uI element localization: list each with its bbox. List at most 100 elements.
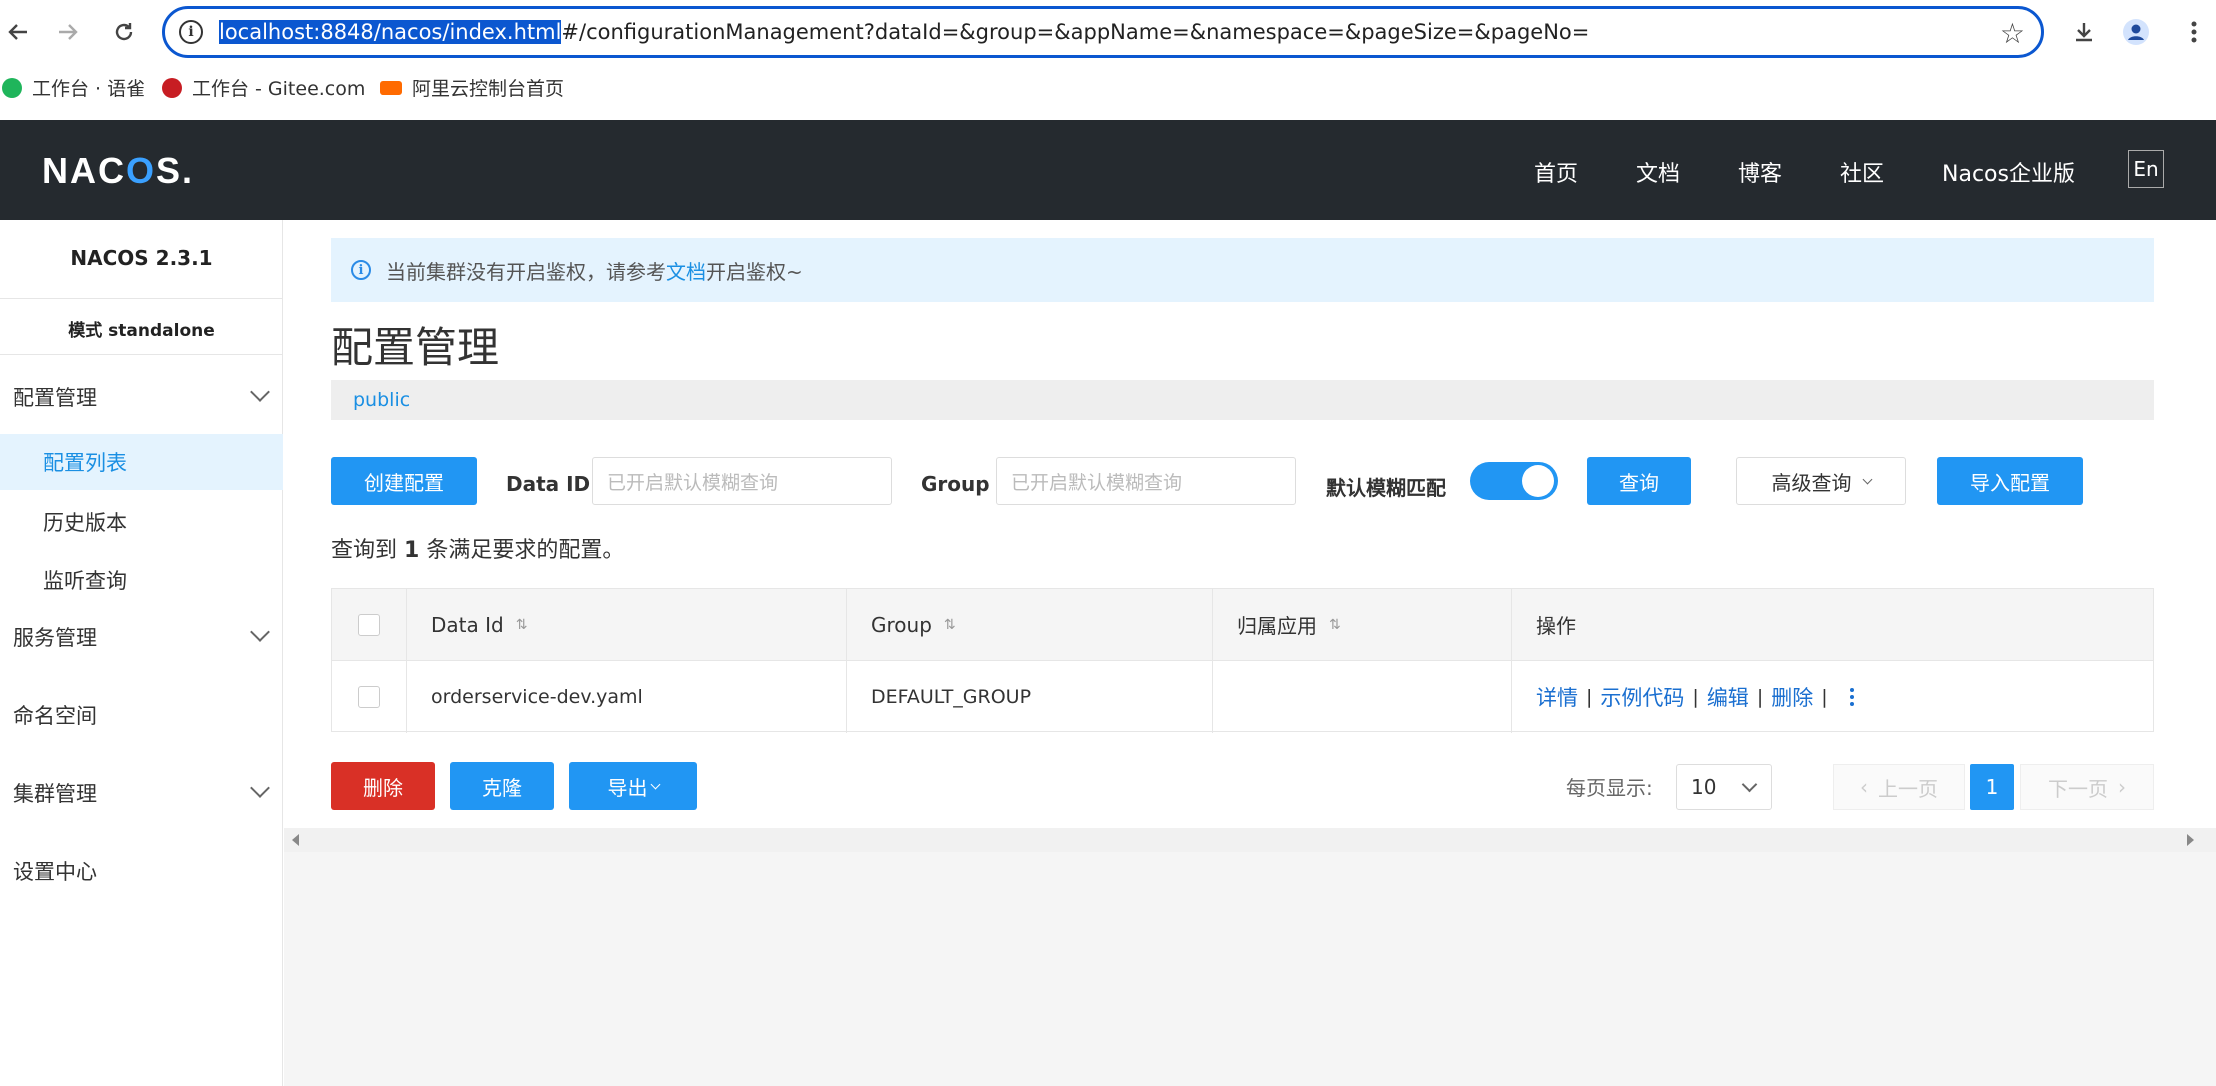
url-rest: #/configurationManagement?dataId=&group=…: [561, 20, 1590, 44]
version-label: NACOS 2.3.1: [70, 246, 213, 270]
notice-docs-link[interactable]: 文档: [666, 256, 706, 285]
page-number-current[interactable]: 1: [1970, 764, 2014, 810]
cell-app: [1213, 661, 1512, 733]
per-page-select[interactable]: 10: [1676, 764, 1772, 810]
horizontal-scrollbar[interactable]: [284, 828, 2216, 852]
sort-icon[interactable]: ⇅: [944, 617, 956, 633]
export-label: 导出: [607, 775, 648, 800]
col-header-label: 操作: [1536, 614, 1576, 638]
import-config-button[interactable]: 导入配置: [1937, 457, 2083, 505]
chevron-right-icon: ›: [2118, 775, 2126, 799]
sidebar-item-listener-query[interactable]: 监听查询: [0, 552, 283, 608]
dataid-input[interactable]: 已开启默认模糊查询: [592, 457, 892, 505]
select-all-checkbox[interactable]: [358, 613, 380, 636]
col-header-label: Data Id: [431, 612, 504, 637]
row-checkbox[interactable]: [358, 686, 380, 708]
sidebar-item-cluster-management[interactable]: 集群管理: [0, 765, 283, 821]
clone-button[interactable]: 克隆: [450, 762, 554, 810]
query-button[interactable]: 查询: [1587, 457, 1691, 505]
sidebar: NACOS 2.3.1 模式 standalone 配置管理 配置列表 历史版本…: [0, 220, 283, 1086]
forward-icon[interactable]: [50, 14, 86, 50]
site-info-icon[interactable]: i: [179, 20, 203, 44]
detail-link[interactable]: 详情: [1536, 682, 1578, 712]
chevron-down-icon: [650, 779, 660, 789]
reload-icon[interactable]: [106, 14, 142, 50]
nav-enterprise[interactable]: Nacos企业版: [1942, 156, 2075, 188]
next-page-button[interactable]: 下一页 ›: [2020, 764, 2154, 810]
col-header-group[interactable]: Group ⇅: [847, 589, 1213, 661]
toggle-knob: [1522, 465, 1554, 497]
namespace-public[interactable]: public: [353, 389, 410, 411]
sort-icon[interactable]: ⇅: [1329, 617, 1341, 633]
namespace-bar: public: [331, 380, 2154, 420]
sidebar-item-config-list[interactable]: 配置列表: [0, 434, 283, 490]
bookmark-yuque[interactable]: 工作台 · 语雀: [2, 74, 145, 101]
bookmark-label: 工作台 · 语雀: [32, 78, 146, 100]
more-actions-icon[interactable]: [1849, 688, 1854, 706]
notice-text: 当前集群没有开启鉴权，请参考: [386, 259, 666, 284]
bookmark-aliyun[interactable]: 阿里云控制台首页: [380, 74, 564, 101]
notice-text-end: 开启鉴权~: [706, 259, 803, 284]
col-header-label: Group: [871, 612, 932, 637]
nav-community[interactable]: 社区: [1840, 156, 1884, 188]
empty-area: [284, 852, 2216, 1086]
edit-link[interactable]: 编辑: [1707, 682, 1749, 712]
download-icon[interactable]: [2066, 14, 2102, 50]
bulk-delete-button[interactable]: 删除: [331, 762, 435, 810]
sidebar-item-namespace[interactable]: 命名空间: [0, 687, 283, 743]
divider: [0, 354, 283, 355]
sidebar-item-settings[interactable]: 设置中心: [0, 843, 283, 899]
row-select-cell: [332, 661, 407, 733]
sort-icon[interactable]: ⇅: [516, 617, 528, 633]
logo-text: NAC: [42, 150, 126, 191]
export-button[interactable]: 导出: [569, 762, 697, 810]
nav-blog[interactable]: 博客: [1738, 156, 1782, 188]
group-input[interactable]: 已开启默认模糊查询: [996, 457, 1296, 505]
sidebar-item-label: 历史版本: [43, 511, 127, 535]
vertical-scrollbar[interactable]: [2200, 220, 2216, 828]
sidebar-item-label: 监听查询: [43, 569, 127, 593]
fuzzy-match-toggle[interactable]: [1470, 462, 1558, 500]
language-switch[interactable]: En: [2128, 150, 2164, 188]
chevron-down-icon: [250, 382, 270, 402]
auth-notice: i 当前集群没有开启鉴权，请参考 文档 开启鉴权~: [331, 238, 2154, 302]
sidebar-item-config-management[interactable]: 配置管理: [0, 369, 283, 425]
cell-dataid: orderservice-dev.yaml: [407, 661, 847, 733]
create-config-button[interactable]: 创建配置: [331, 457, 477, 505]
advanced-query-button[interactable]: 高级查询: [1736, 457, 1906, 505]
bookmark-star-icon[interactable]: ☆: [2000, 17, 2025, 50]
url-text[interactable]: localhost:8848/nacos/index.html#/configu…: [219, 20, 1589, 44]
per-page-label: 每页显示:: [1566, 776, 1653, 800]
col-header-app[interactable]: 归属应用 ⇅: [1213, 589, 1512, 661]
scroll-right-icon[interactable]: [2187, 834, 2194, 846]
sample-code-link[interactable]: 示例代码: [1600, 682, 1684, 712]
nav-home[interactable]: 首页: [1534, 156, 1578, 188]
sidebar-item-label: 配置管理: [13, 386, 97, 410]
scroll-left-icon[interactable]: [292, 834, 299, 846]
nav-docs[interactable]: 文档: [1636, 156, 1680, 188]
back-icon[interactable]: [0, 14, 36, 50]
sidebar-item-history[interactable]: 历史版本: [0, 494, 283, 550]
cell-actions: 详情 | 示例代码 | 编辑 | 删除 |: [1512, 661, 2153, 733]
url-selected: localhost:8848/nacos/index.html: [219, 20, 562, 44]
menu-dots-icon[interactable]: [2176, 14, 2212, 50]
col-header-label: 归属应用: [1237, 614, 1317, 638]
nacos-logo[interactable]: NACOS.: [42, 150, 194, 192]
sidebar-item-label: 配置列表: [43, 451, 127, 475]
sidebar-item-service-management[interactable]: 服务管理: [0, 609, 283, 665]
delete-link[interactable]: 删除: [1771, 682, 1813, 712]
col-header-dataid[interactable]: Data Id ⇅: [407, 589, 847, 661]
col-header-actions: 操作: [1512, 589, 2153, 661]
sidebar-item-label: 服务管理: [13, 626, 97, 650]
bookmark-gitee[interactable]: 工作台 - Gitee.com: [162, 74, 365, 101]
info-icon: i: [351, 260, 371, 280]
chevron-down-icon: [250, 622, 270, 642]
prev-page-button[interactable]: ‹ 上一页: [1833, 764, 1965, 810]
address-bar[interactable]: i localhost:8848/nacos/index.html#/confi…: [162, 6, 2044, 58]
sidebar-item-label: 命名空间: [13, 704, 97, 728]
chevron-left-icon: ‹: [1860, 775, 1868, 799]
gitee-icon: [162, 77, 182, 98]
profile-icon[interactable]: [2118, 14, 2154, 50]
group-label: Group: [921, 472, 990, 496]
chevron-down-icon: [1741, 776, 1758, 793]
